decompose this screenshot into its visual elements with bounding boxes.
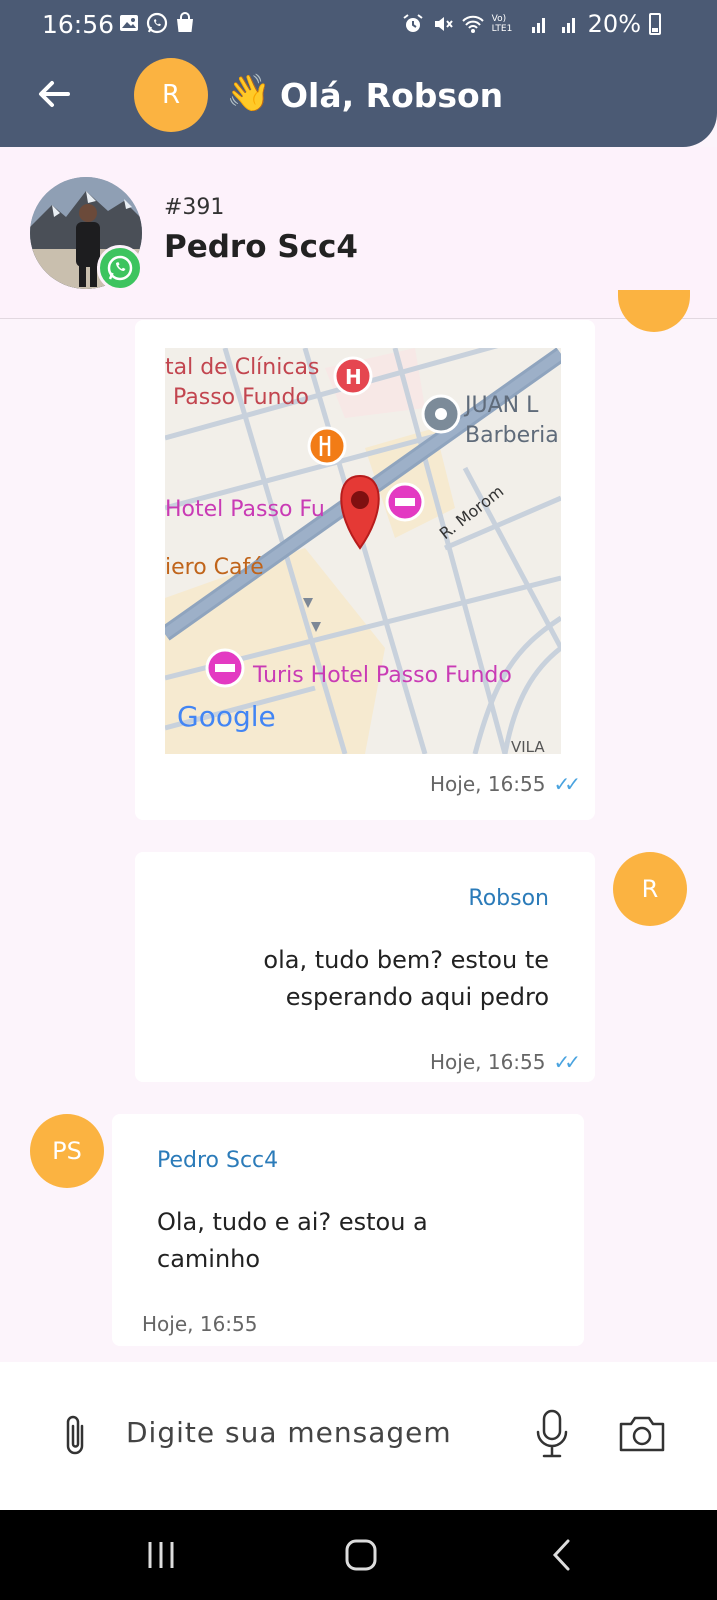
message-input[interactable]: Digite sua mensagem xyxy=(126,1416,452,1449)
map-label-juan-2: Barberia xyxy=(465,423,559,448)
wave-emoji: 👋 xyxy=(226,73,271,114)
back-arrow-icon[interactable] xyxy=(34,74,74,114)
whatsapp-badge-icon xyxy=(97,245,143,291)
camera-icon[interactable] xyxy=(617,1414,667,1454)
system-icons: Vo) LTE1 20% xyxy=(402,10,661,38)
battery-icon xyxy=(649,13,661,35)
paperclip-icon[interactable] xyxy=(56,1412,96,1460)
message-composer: Digite sua mensagem xyxy=(0,1362,717,1510)
pedro-avatar[interactable]: PS xyxy=(30,1114,104,1188)
location-meta: Hoje, 16:55 ✓✓ xyxy=(430,772,581,796)
svg-text:H: H xyxy=(345,365,362,389)
recents-icon[interactable] xyxy=(138,1532,184,1578)
network-label: Vo) LTE1 xyxy=(491,14,513,34)
whatsapp-icon xyxy=(146,12,168,34)
bag-icon xyxy=(177,12,193,32)
message-meta: Hoje, 16:55 ✓✓ xyxy=(430,1050,581,1074)
greeting-title: Olá, Robson xyxy=(280,76,504,115)
restaurant-marker-icon xyxy=(307,426,347,466)
contact-name: Pedro Scc4 xyxy=(164,229,358,265)
hotel-marker-2-icon xyxy=(205,648,245,688)
message-text-line-1: ola, tudo bem? estou te xyxy=(263,946,549,974)
incoming-message[interactable]: Pedro Scc4 Ola, tudo e ai? estou a camin… xyxy=(112,1114,584,1346)
map-label-turis: Turis Hotel Passo Fundo xyxy=(252,663,512,688)
message-text-line-2: caminho xyxy=(157,1245,261,1273)
notification-icons xyxy=(118,12,196,34)
map-label-juan-1: JUAN L xyxy=(463,393,539,418)
map-label-vila: VILA xyxy=(511,738,545,754)
message-text-line-2: esperando aqui pedro xyxy=(285,983,549,1011)
microphone-icon[interactable] xyxy=(532,1408,572,1460)
partial-avatar xyxy=(618,290,690,332)
sender-name: Pedro Scc4 xyxy=(157,1148,279,1173)
mute-icon xyxy=(434,17,453,31)
battery-percent: 20% xyxy=(587,10,641,38)
signal-icon-2 xyxy=(561,18,575,33)
location-message[interactable]: tal de Clínicas Passo Fundo JUAN L Barbe… xyxy=(135,320,595,820)
map-label-cafe: iero Café xyxy=(165,555,264,580)
map-label-clinicas-1: tal de Clínicas xyxy=(165,355,319,380)
map-preview[interactable]: tal de Clínicas Passo Fundo JUAN L Barbe… xyxy=(165,348,561,754)
map-label-clinicas-2: Passo Fundo xyxy=(173,385,309,410)
read-ticks-icon: ✓✓ xyxy=(553,1050,581,1074)
app-header: 16:56 Vo) LTE1 20% R 👋 Olá, Robson xyxy=(0,0,717,147)
message-time: Hoje, 16:55 xyxy=(430,772,546,796)
status-bar: 16:56 Vo) LTE1 20% xyxy=(0,0,717,48)
message-text-line-1: Ola, tudo e ai? estou a xyxy=(157,1208,428,1236)
signal-icon xyxy=(531,18,545,33)
map-label-hotel: Hotel Passo Fu xyxy=(165,497,325,522)
contact-bar[interactable]: #391 Pedro Scc4 xyxy=(0,147,717,319)
message-time: Hoje, 16:55 xyxy=(430,1050,546,1074)
alarm-icon xyxy=(403,14,423,32)
outgoing-message[interactable]: Robson ola, tudo bem? estou te esperando… xyxy=(135,852,595,1082)
hospital-marker-icon: H xyxy=(333,356,373,396)
sender-name: Robson xyxy=(468,886,549,911)
image-icon xyxy=(120,15,138,31)
greeting-header: R 👋 Olá, Robson xyxy=(0,56,717,136)
message-meta: Hoje, 16:55 xyxy=(142,1312,258,1336)
message-time: Hoje, 16:55 xyxy=(142,1312,258,1336)
wifi-icon xyxy=(461,15,484,33)
user-avatar[interactable]: R xyxy=(134,58,208,132)
home-icon[interactable] xyxy=(338,1532,384,1578)
nav-back-icon[interactable] xyxy=(540,1532,586,1578)
read-ticks-icon: ✓✓ xyxy=(553,772,581,796)
robson-avatar[interactable]: R xyxy=(613,852,687,926)
status-time: 16:56 xyxy=(42,10,115,39)
system-navigation-bar xyxy=(0,1510,717,1600)
ticket-number: #391 xyxy=(164,195,225,220)
google-logo: Google xyxy=(177,700,276,733)
hotel-marker-icon xyxy=(385,482,425,522)
place-marker-icon xyxy=(421,394,461,434)
